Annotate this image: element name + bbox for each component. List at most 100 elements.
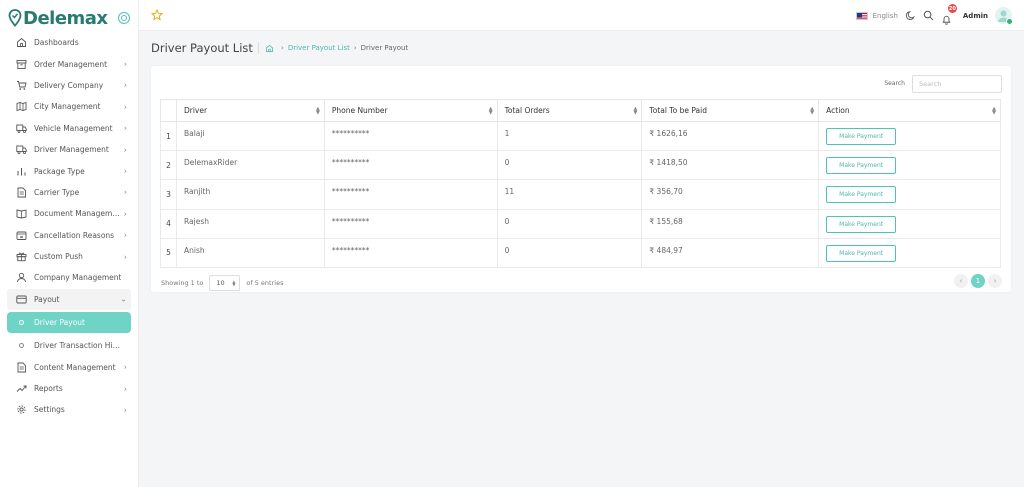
home-icon[interactable] bbox=[265, 44, 274, 53]
make-payment-button[interactable]: Make Payment bbox=[826, 244, 897, 262]
document-icon bbox=[16, 187, 27, 198]
column-header-orders[interactable]: Total Orders ▲ ▼ bbox=[496, 99, 643, 122]
page-title: Driver Payout List bbox=[151, 41, 253, 55]
search-icon[interactable] bbox=[923, 10, 934, 21]
sort-icon: ▲ ▼ bbox=[315, 105, 320, 116]
make-payment-button[interactable]: Make Payment bbox=[826, 157, 897, 175]
sidebar-item-vehicle-management[interactable]: Vehicle Management › bbox=[7, 118, 131, 139]
box-icon bbox=[16, 59, 27, 70]
row-index: 3 bbox=[160, 179, 177, 210]
sidebar-toggle-icon[interactable] bbox=[118, 12, 130, 24]
sidebar-item-payout[interactable]: Payout ⌄ bbox=[7, 288, 131, 311]
sidebar-item-carrier-type[interactable]: Carrier Type › bbox=[7, 182, 131, 203]
trend-icon bbox=[16, 383, 27, 394]
sidebar-item-custom-push[interactable]: Custom Push › bbox=[7, 246, 131, 267]
sidebar-item-label: Cancellation Reasons bbox=[34, 230, 115, 240]
row-index: 5 bbox=[160, 237, 177, 268]
truck-icon bbox=[16, 123, 27, 134]
column-header-phone[interactable]: Phone Number ▲ ▼ bbox=[323, 99, 498, 122]
chevron-right-icon: › bbox=[123, 362, 127, 372]
per-page-value: 10 bbox=[216, 279, 225, 287]
sidebar-item-label: Vehicle Management bbox=[34, 123, 113, 133]
language-selector[interactable]: English bbox=[873, 12, 898, 20]
sidebar-item-label: City Management bbox=[34, 102, 101, 112]
sidebar-item-delivery-company[interactable]: Delivery Company › bbox=[7, 75, 131, 96]
make-payment-button[interactable]: Make Payment bbox=[826, 215, 897, 233]
phone-number: ********** bbox=[323, 237, 498, 268]
column-header-amount[interactable]: Total To be Paid ▲ ▼ bbox=[641, 99, 820, 122]
breadcrumb-chevron-icon: › bbox=[281, 44, 284, 52]
payout-card: Search Driver ▲▼ Phone Number ▲▼ Total Ord… bbox=[151, 66, 1011, 292]
action-cell: Make Payment bbox=[818, 208, 1001, 239]
row-index: 1 bbox=[160, 120, 177, 152]
sidebar-item-dashboards[interactable]: Dashboards bbox=[7, 32, 131, 53]
action-cell: Make Payment bbox=[818, 150, 1001, 181]
book-icon bbox=[16, 208, 27, 219]
per-page-select[interactable]: 10 ▲ ▼ bbox=[209, 275, 241, 291]
chevron-right-icon: › bbox=[123, 123, 127, 133]
page-button-current[interactable]: 1 bbox=[971, 274, 985, 288]
sidebar-item-reports[interactable]: Reports › bbox=[7, 378, 131, 399]
gift-icon bbox=[16, 251, 27, 262]
chevron-right-icon: › bbox=[123, 145, 127, 155]
table-row: 5 Anish ********** 0 ₹ 484,97 Make Payment bbox=[160, 237, 1001, 268]
sidebar-item-document-management[interactable]: Document Management › bbox=[7, 203, 131, 224]
us-flag-icon[interactable] bbox=[855, 11, 868, 20]
table-header-row: Driver ▲ ▼ Phone Number ▲ ▼ Total Orders ▲ ▼ T… bbox=[160, 99, 1001, 122]
prev-page-button[interactable]: ‹ bbox=[954, 274, 968, 288]
sidebar-item-label: Settings bbox=[34, 405, 65, 415]
location-pin-icon bbox=[8, 9, 22, 27]
sidebar-item-label: Company Management bbox=[34, 273, 122, 283]
notifications-button[interactable]: 20 bbox=[941, 4, 957, 25]
sidebar-item-settings[interactable]: Settings › bbox=[7, 399, 131, 420]
table-row: 3 Ranjith ********** 11 ₹ 356,70 Make Payment bbox=[160, 179, 1001, 210]
driver-name: Balaji bbox=[175, 120, 325, 152]
pagination: ‹ 1 › bbox=[954, 274, 1002, 288]
column-header-label: Action bbox=[826, 106, 850, 115]
search-input[interactable] bbox=[912, 75, 1002, 93]
column-header-label: Driver bbox=[183, 106, 208, 115]
bell-icon bbox=[942, 15, 951, 25]
total-to-be-paid: ₹ 356,70 bbox=[641, 179, 820, 210]
sidebar-item-driver-management[interactable]: Driver Management › bbox=[7, 139, 131, 160]
topbar: English 20 Admin bbox=[139, 0, 1024, 31]
chevron-right-icon: › bbox=[993, 277, 997, 285]
sidebar-subitem-driver-transaction-history[interactable]: Driver Transaction History bbox=[7, 335, 131, 356]
phone-number: ********** bbox=[323, 208, 498, 239]
column-header-driver[interactable]: Driver ▲ ▼ bbox=[175, 99, 325, 122]
driver-name: DelemaxRider bbox=[175, 150, 325, 181]
avatar[interactable] bbox=[995, 7, 1013, 25]
breadcrumb: › Driver Payout List › Driver Payout bbox=[258, 42, 409, 54]
star-icon[interactable] bbox=[151, 9, 163, 21]
user-name[interactable]: Admin bbox=[963, 12, 988, 20]
sidebar-item-cancellation-reasons[interactable]: Cancellation Reasons › bbox=[7, 225, 131, 246]
breadcrumb-divider bbox=[258, 42, 259, 54]
chevron-right-icon: › bbox=[123, 209, 127, 219]
chevron-right-icon: › bbox=[123, 102, 127, 112]
sidebar-item-label: Delivery Company bbox=[34, 80, 104, 90]
sidebar-item-content-management[interactable]: Content Management › bbox=[7, 356, 131, 377]
sidebar-item-order-management[interactable]: Order Management › bbox=[7, 53, 131, 74]
sidebar-item-package-type[interactable]: Package Type › bbox=[7, 160, 131, 181]
breadcrumb-current: Driver Payout bbox=[360, 44, 409, 52]
column-header-action[interactable]: Action ▲ ▼ bbox=[818, 99, 1001, 122]
sidebar-item-company-management[interactable]: Company Management bbox=[7, 267, 131, 288]
brand-logo[interactable]: Delemax bbox=[8, 6, 108, 30]
sidebar-subitem-driver-payout[interactable]: Driver Payout bbox=[7, 312, 131, 334]
moon-icon[interactable] bbox=[905, 10, 916, 21]
sort-icon: ▲ ▼ bbox=[810, 105, 815, 116]
showing-prefix: Showing 1 to bbox=[161, 279, 204, 287]
circle-icon bbox=[19, 343, 24, 349]
breadcrumb-link[interactable]: Driver Payout List bbox=[288, 44, 350, 52]
next-page-button[interactable]: › bbox=[988, 274, 1002, 288]
make-payment-button[interactable]: Make Payment bbox=[826, 186, 897, 204]
make-payment-button[interactable]: Make Payment bbox=[826, 128, 897, 145]
bar-chart-icon bbox=[16, 166, 27, 177]
gear-icon bbox=[16, 404, 27, 415]
sidebar-item-city-management[interactable]: City Management › bbox=[7, 96, 131, 117]
driver-name: Ranjith bbox=[175, 179, 325, 210]
truck-icon bbox=[16, 144, 27, 155]
circle-icon bbox=[19, 320, 24, 326]
sidebar-item-label: Order Management bbox=[34, 59, 108, 69]
user-avatar-icon bbox=[998, 10, 1009, 22]
